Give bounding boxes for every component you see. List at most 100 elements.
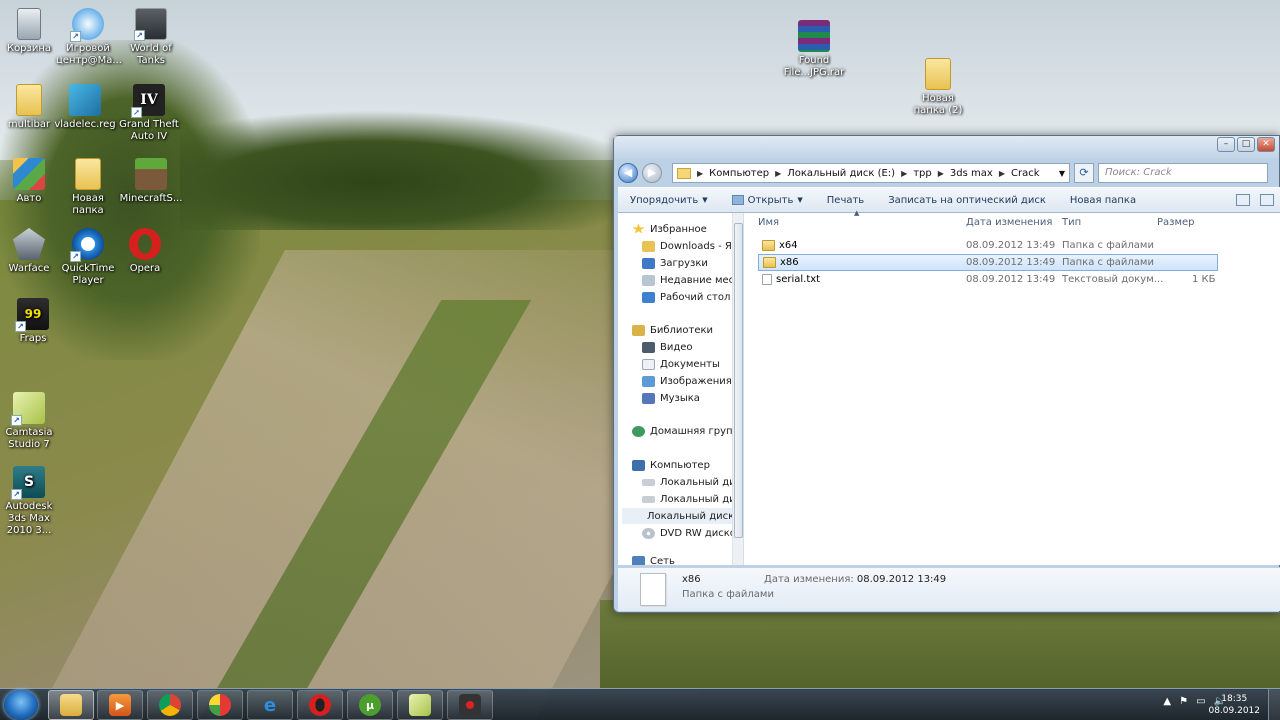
file-list: Имя ▲ Дата изменения Тип Размер x64 08.0…: [746, 209, 1280, 565]
file-row-x64[interactable]: x64 08.09.2012 13:49 Папка с файлами: [758, 237, 1218, 254]
taskbar-camtasia[interactable]: [397, 690, 443, 720]
start-button[interactable]: [4, 690, 38, 720]
nav-item-network[interactable]: Сеть: [632, 553, 675, 565]
desktop-icon-new-folder-2[interactable]: Новая папка (2): [906, 58, 970, 117]
taskbar-opera[interactable]: [297, 690, 343, 720]
search-input[interactable]: Поиск: Crack: [1098, 163, 1268, 183]
nav-item-disk-2[interactable]: Локальный диск: [642, 491, 743, 507]
desktop-icon-3ds-max[interactable]: S ↗ Autodesk 3ds Max 2010 3...: [0, 466, 61, 537]
taskbar-media-player[interactable]: ▶: [97, 690, 143, 720]
back-button[interactable]: ◀: [618, 163, 638, 183]
desktop-icon-game-center[interactable]: ↗ Игровой центр@Ма...: [56, 8, 122, 67]
tray-expand-icon[interactable]: ▲: [1163, 696, 1171, 707]
chrome-icon: [159, 694, 181, 716]
desktop-icon-warface[interactable]: Warface: [0, 228, 61, 275]
desktop-icon-camtasia[interactable]: ↗ Camtasia Studio 7: [0, 392, 61, 451]
desktop-icon-winrar-archive[interactable]: Found File...JPG.rar: [782, 20, 846, 79]
nav-item-documents[interactable]: Документы: [642, 356, 720, 372]
3ds-max-icon: S ↗: [11, 466, 45, 500]
desktop-icon-label: MinecraftS...: [119, 193, 183, 204]
taskbar-internet-explorer[interactable]: e: [247, 690, 293, 720]
desktop-icon-quicktime[interactable]: ↗ QuickTime Player: [56, 228, 120, 287]
chevron-right-icon: ▶: [937, 168, 944, 178]
taskbar-utorrent[interactable]: µ: [347, 690, 393, 720]
breadcrumb-trr[interactable]: трр: [913, 168, 932, 179]
organize-button[interactable]: Упорядочить ▼: [618, 195, 720, 206]
nav-item-dvd[interactable]: DVD RW дисково: [642, 525, 743, 541]
desktop-icon-new-folder[interactable]: Новая папка: [56, 158, 120, 217]
desktop-icon-recycle-bin[interactable]: Корзина: [0, 8, 61, 55]
nav-item-desktop[interactable]: Рабочий стол: [642, 289, 730, 305]
burn-button[interactable]: Записать на оптический диск: [876, 195, 1058, 206]
breadcrumb-3ds-max[interactable]: 3ds max: [950, 168, 993, 179]
camtasia-icon: [409, 694, 431, 716]
desktop-icon-minecraft[interactable]: MinecraftS...: [119, 158, 183, 205]
desktop-icon-multibar[interactable]: multibar: [0, 84, 61, 131]
desktop-icon-label: vladelec.reg: [54, 119, 116, 130]
computer-icon: [632, 459, 645, 471]
taskbar-chrome[interactable]: [147, 690, 193, 720]
desktop-icon-fraps[interactable]: 99 ↗ Fraps: [1, 298, 65, 345]
column-size[interactable]: Размер: [1157, 217, 1195, 228]
organize-label: Упорядочить: [630, 194, 699, 206]
file-type: Папка с файлами: [1062, 257, 1154, 268]
nav-label: Документы: [660, 358, 720, 370]
scrollbar-thumb[interactable]: [734, 223, 743, 538]
breadcrumb-crack[interactable]: Crack: [1011, 168, 1040, 179]
recycle-bin-icon: [17, 8, 41, 40]
print-button[interactable]: Печать: [815, 195, 876, 206]
nav-item-downloads-ya[interactable]: Downloads - Ярл: [642, 238, 743, 254]
nav-item-computer[interactable]: Компьютер: [632, 457, 710, 473]
nav-item-disk-3[interactable]: Локальный диск: [622, 508, 734, 524]
new-folder-button[interactable]: Новая папка: [1058, 195, 1148, 206]
maximize-button[interactable]: □: [1237, 137, 1255, 152]
nav-item-libraries[interactable]: Библиотеки: [632, 322, 713, 338]
network-icon: [632, 555, 645, 565]
refresh-button[interactable]: ⟳: [1074, 163, 1094, 183]
nav-item-downloads[interactable]: Загрузки: [642, 255, 708, 271]
breadcrumb-computer[interactable]: Компьютер: [709, 168, 769, 179]
quicktime-icon: ↗: [70, 228, 104, 262]
forward-button[interactable]: ▶: [642, 163, 662, 183]
file-row-serial[interactable]: serial.txt 08.09.2012 13:49 Текстовый до…: [758, 271, 1218, 288]
preview-pane-icon[interactable]: [1260, 194, 1274, 206]
minimize-button[interactable]: –: [1217, 137, 1235, 152]
desktop-icon-world-of-tanks[interactable]: ↗ World of Tanks: [119, 8, 183, 67]
clock[interactable]: 18:35 08.09.2012: [1208, 693, 1260, 717]
open-button[interactable]: Открыть ▼: [720, 195, 815, 206]
nav-label: Библиотеки: [650, 324, 714, 336]
nav-item-recent[interactable]: Недавние места: [642, 272, 743, 288]
action-center-icon[interactable]: ⚑: [1179, 696, 1188, 707]
content-area: Избранное Downloads - Ярл Загрузки Недав…: [618, 209, 1280, 565]
close-button[interactable]: ✕: [1257, 137, 1275, 152]
network-icon[interactable]: ▭: [1196, 696, 1205, 707]
nav-item-music[interactable]: Музыка: [642, 390, 700, 406]
nav-item-disk-1[interactable]: Локальный диск: [642, 474, 743, 490]
desktop-icon-gta-iv[interactable]: IV ↗ Grand Theft Auto IV: [117, 84, 181, 143]
taskbar-recorder[interactable]: [447, 690, 493, 720]
chevron-down-icon[interactable]: ▼: [1059, 169, 1065, 178]
taskbar-explorer[interactable]: [48, 690, 94, 720]
open-icon: [731, 195, 744, 205]
nav-item-homegroup[interactable]: Домашняя группа: [632, 423, 743, 439]
column-type[interactable]: Тип: [1062, 217, 1081, 228]
recorder-icon: [459, 694, 481, 716]
taskbar-app[interactable]: [197, 690, 243, 720]
nav-scrollbar[interactable]: [732, 213, 743, 565]
nav-item-pictures[interactable]: Изображения: [642, 373, 732, 389]
desktop-icon-vladelec-reg[interactable]: vladelec.reg: [53, 84, 117, 131]
nav-item-video[interactable]: Видео: [642, 339, 693, 355]
desktop-icon-auto[interactable]: Авто: [0, 158, 61, 205]
title-bar[interactable]: – □ ✕: [614, 136, 1279, 159]
column-modified[interactable]: Дата изменения: [966, 217, 1052, 228]
desktop-icon-opera[interactable]: Opera: [113, 228, 177, 275]
show-desktop-button[interactable]: [1268, 689, 1280, 720]
nav-item-favorites[interactable]: Избранное: [632, 221, 707, 237]
breadcrumb-local-disk[interactable]: Локальный диск (E:): [787, 168, 895, 179]
column-name[interactable]: Имя: [758, 217, 779, 228]
address-bar[interactable]: ▶ Компьютер ▶ Локальный диск (E:) ▶ трр …: [672, 163, 1070, 183]
file-type: Текстовый докум...: [1062, 274, 1164, 285]
file-row-x86[interactable]: x86 08.09.2012 13:49 Папка с файлами: [758, 254, 1218, 271]
view-options-icon[interactable]: [1236, 194, 1250, 206]
winrar-archive-icon: [798, 20, 830, 52]
